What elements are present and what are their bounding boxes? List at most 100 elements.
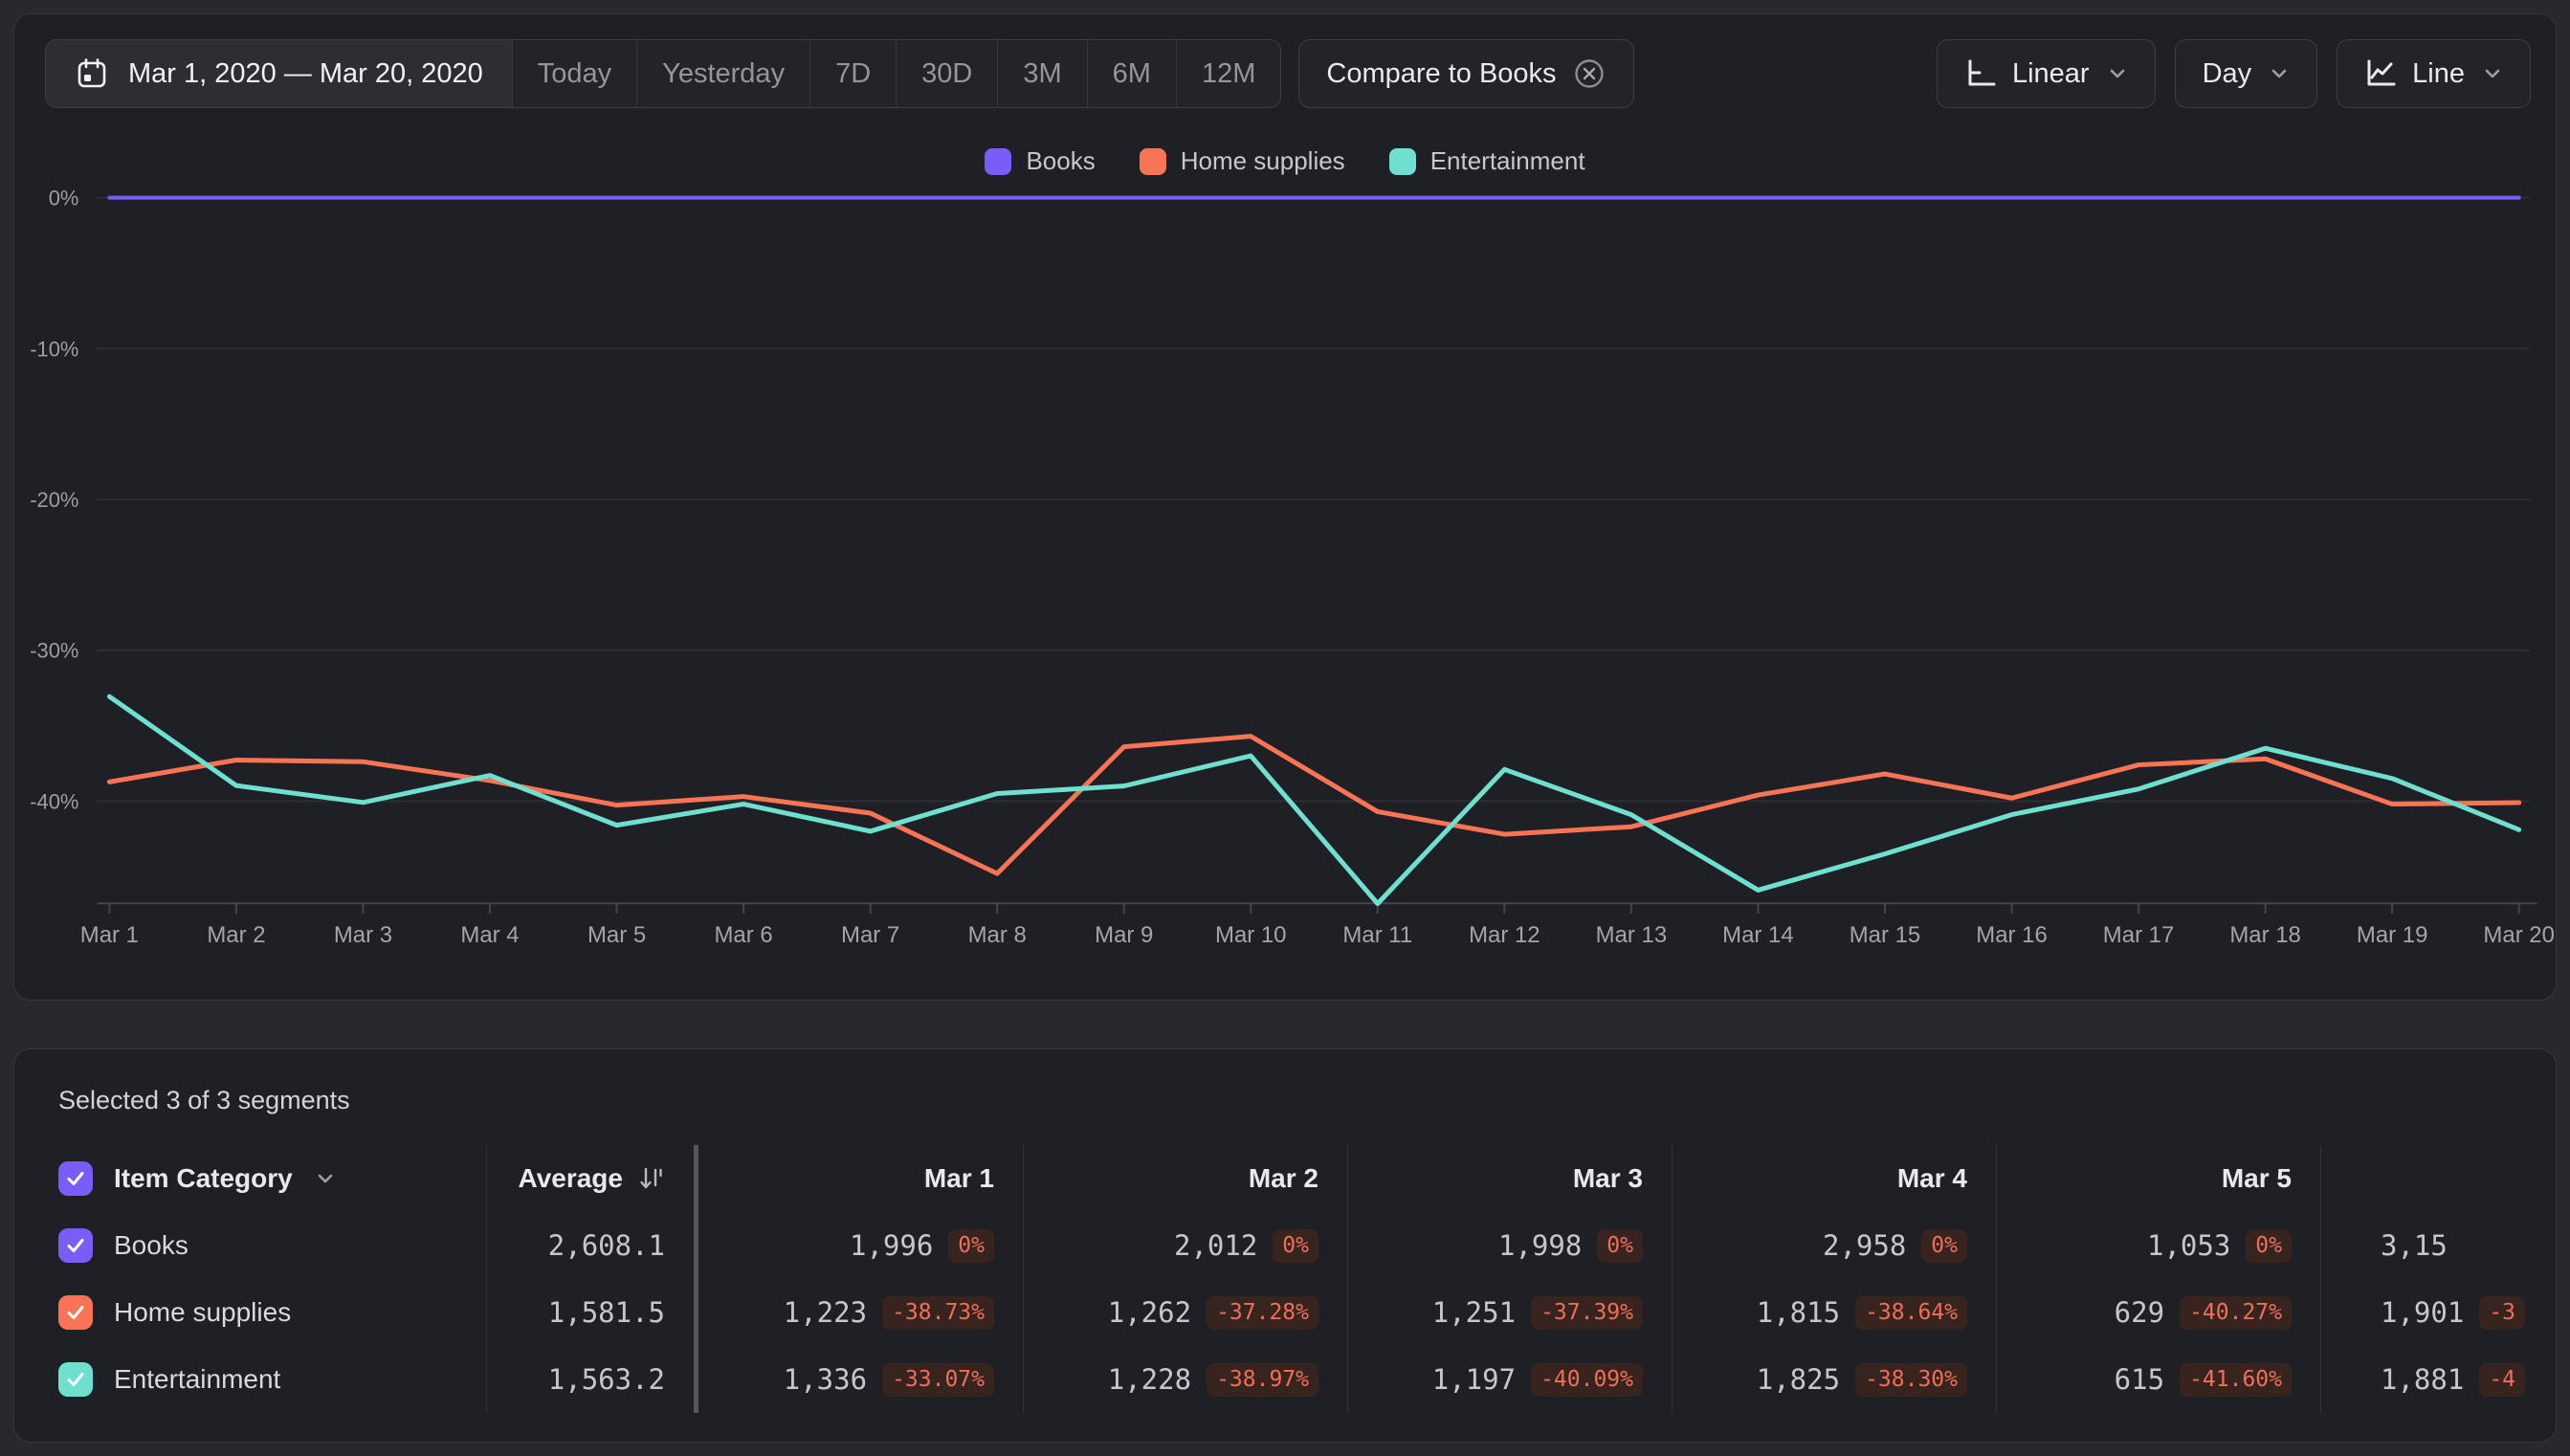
sort-descending-icon[interactable]: [636, 1164, 665, 1193]
svg-text:Mar 1: Mar 1: [80, 922, 139, 948]
segment-label: Entertainment: [114, 1364, 281, 1394]
value-cell: 1,228 -38.97%: [1024, 1346, 1347, 1413]
legend-label: Books: [1026, 146, 1096, 175]
cell-value: 1,901: [2381, 1296, 2465, 1329]
svg-text:Mar 10: Mar 10: [1215, 922, 1287, 948]
cell-value: 1,223: [783, 1296, 868, 1329]
value-cell: 1,262 -37.28%: [1024, 1279, 1347, 1346]
svg-text:Mar 20: Mar 20: [2483, 922, 2555, 948]
chart-type-dropdown[interactable]: Line: [2337, 39, 2531, 108]
chart-toolbar: Mar 1, 2020 — Mar 20, 2020 Today Yesterda…: [45, 39, 2531, 108]
preset-7d[interactable]: 7D: [809, 40, 896, 107]
percent-change-badge: 0%: [1597, 1228, 1643, 1263]
compare-to-books-button[interactable]: Compare to Books: [1298, 39, 1634, 108]
svg-text:Mar 19: Mar 19: [2357, 922, 2428, 948]
legend-item-home-supplies[interactable]: Home supplies: [1139, 146, 1345, 176]
cell-value: 1,053: [2146, 1229, 2231, 1262]
cell-value: 1,881: [2381, 1363, 2465, 1396]
cell-value: 1,228: [1107, 1363, 1192, 1396]
svg-text:Mar 14: Mar 14: [1722, 922, 1794, 948]
legend-swatch: [1388, 147, 1416, 175]
svg-text:Mar 8: Mar 8: [968, 922, 1027, 948]
segment-label: Home supplies: [114, 1297, 292, 1327]
svg-text:-20%: -20%: [30, 488, 78, 512]
segment-row-home-supplies: Home supplies: [14, 1279, 486, 1346]
category-header[interactable]: Item Category: [14, 1145, 486, 1212]
svg-text:Mar 16: Mar 16: [1976, 922, 2048, 948]
cell-value: 1,262: [1107, 1296, 1192, 1329]
percent-change-badge: -41.60%: [2180, 1362, 2292, 1397]
average-cell: 2,608.1: [487, 1212, 694, 1279]
segments-table-card: Selected 3 of 3 segments Item Category Bo…: [13, 1048, 2557, 1443]
percent-change-badge: 0%: [1273, 1228, 1318, 1263]
preset-30d[interactable]: 30D: [896, 40, 997, 107]
cell-value: 2,012: [1173, 1229, 1258, 1262]
svg-text:Mar 17: Mar 17: [2103, 922, 2175, 948]
chevron-down-icon: [2482, 63, 2503, 84]
average-header-label: Average: [518, 1163, 623, 1193]
day-column-mar-1: Mar 1 1,996 0% 1,223 -38.73% 1,336 -33.07%: [694, 1145, 1023, 1413]
chevron-down-icon[interactable]: [314, 1167, 337, 1190]
percent-change-badge: -33.07%: [882, 1362, 994, 1397]
value-cell: 629 -40.27%: [1997, 1279, 2320, 1346]
cell-value: 1,815: [1756, 1296, 1841, 1329]
svg-text:Mar 18: Mar 18: [2229, 922, 2301, 948]
select-all-checkbox[interactable]: [58, 1161, 93, 1196]
percent-change-badge: 0%: [2246, 1228, 2292, 1263]
segment-row-entertainment: Entertainment: [14, 1346, 486, 1413]
value-cell: 1,881 -4: [2321, 1346, 2556, 1413]
chart-type-label: Line: [2412, 57, 2465, 89]
average-column: Average 2,608.1 1,581.5 1,563.2: [486, 1145, 694, 1413]
percent-change-badge: -38.64%: [1855, 1295, 1967, 1330]
percent-change-badge: -37.28%: [1207, 1295, 1318, 1330]
value-cell: 1,053 0%: [1997, 1212, 2320, 1279]
legend-item-books[interactable]: Books: [985, 146, 1096, 176]
segment-checkbox[interactable]: [58, 1295, 93, 1330]
segment-checkbox[interactable]: [58, 1228, 93, 1263]
date-preset-group: Mar 1, 2020 — Mar 20, 2020 Today Yesterda…: [45, 39, 1282, 108]
percent-change-badge: -3: [2479, 1295, 2526, 1330]
preset-yesterday[interactable]: Yesterday: [636, 40, 809, 107]
legend-item-entertainment[interactable]: Entertainment: [1388, 146, 1585, 176]
day-header: Mar 1: [923, 1163, 994, 1193]
remove-compare-icon[interactable]: [1572, 56, 1606, 91]
preset-3m[interactable]: 3M: [997, 40, 1086, 107]
svg-text:-10%: -10%: [30, 337, 78, 361]
svg-text:-40%: -40%: [30, 789, 78, 813]
segment-checkbox[interactable]: [58, 1362, 93, 1397]
cell-value: 1,251: [1431, 1296, 1517, 1329]
average-header[interactable]: Average: [487, 1145, 694, 1212]
date-range-label: Mar 1, 2020 — Mar 20, 2020: [128, 57, 483, 89]
day-column-mar-4: Mar 4 2,958 0% 1,815 -38.64% 1,825 -38.30%: [1672, 1145, 1996, 1413]
percent-change-badge: -40.09%: [1531, 1362, 1643, 1397]
value-cell: 1,825 -38.30%: [1673, 1346, 1996, 1413]
percent-change-badge: -37.39%: [1531, 1295, 1643, 1330]
svg-text:Mar 12: Mar 12: [1469, 922, 1540, 948]
chevron-down-icon: [2107, 63, 2128, 84]
svg-text:Mar 9: Mar 9: [1095, 922, 1153, 948]
percent-change-badge: -40.27%: [2180, 1295, 2292, 1330]
scale-dropdown[interactable]: Linear: [1936, 39, 2156, 108]
legend-swatch: [1139, 147, 1166, 175]
value-cell: 1,223 -38.73%: [698, 1279, 1023, 1346]
svg-text:Mar 4: Mar 4: [460, 922, 519, 948]
preset-6m[interactable]: 6M: [1086, 40, 1176, 107]
toolbar-left-group: Mar 1, 2020 — Mar 20, 2020 Today Yesterda…: [45, 39, 1634, 108]
percent-change-badge: 0%: [948, 1228, 994, 1263]
day-header: [2321, 1145, 2556, 1212]
date-range-button[interactable]: Mar 1, 2020 — Mar 20, 2020: [46, 40, 512, 107]
cell-value: 1,336: [783, 1363, 868, 1396]
preset-12m[interactable]: 12M: [1175, 40, 1280, 107]
preset-today[interactable]: Today: [511, 40, 636, 107]
category-header-label: Item Category: [114, 1163, 293, 1193]
value-cell: 1,251 -37.39%: [1348, 1279, 1672, 1346]
value-cell: 615 -41.60%: [1997, 1346, 2320, 1413]
granularity-dropdown[interactable]: Day: [2174, 39, 2318, 108]
day-column-mar-2: Mar 2 2,012 0% 1,262 -37.28% 1,228 -38.97%: [1023, 1145, 1347, 1413]
day-header: Mar 4: [1896, 1163, 1967, 1193]
svg-text:0%: 0%: [49, 187, 79, 210]
value-cell: 2,958 0%: [1673, 1212, 1996, 1279]
svg-text:Mar 3: Mar 3: [334, 922, 392, 948]
percent-change-badge: -4: [2479, 1362, 2526, 1397]
value-cell: 1,336 -33.07%: [698, 1346, 1023, 1413]
